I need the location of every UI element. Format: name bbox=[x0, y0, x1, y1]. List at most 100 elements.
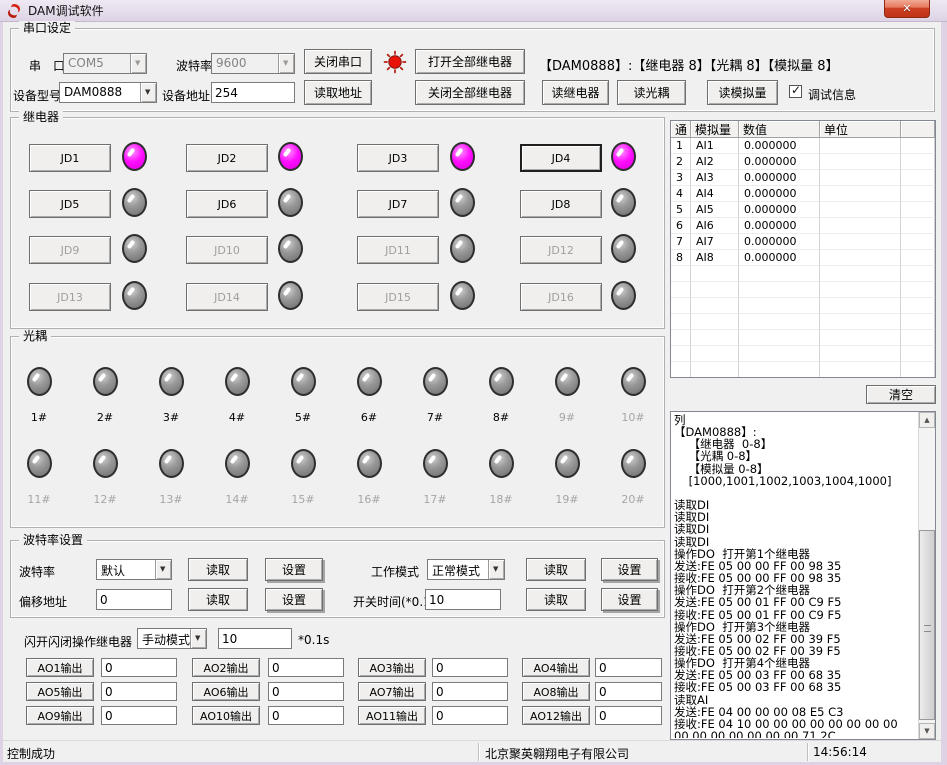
table-cell bbox=[901, 298, 935, 314]
ao-output-input-5[interactable] bbox=[101, 682, 177, 701]
model-select[interactable]: DAM0888 bbox=[59, 82, 157, 103]
table-cell bbox=[671, 346, 691, 362]
device-address-input[interactable] bbox=[211, 82, 295, 103]
table-cell: 0.000000 bbox=[739, 234, 820, 250]
ao-output-input-6[interactable] bbox=[268, 682, 344, 701]
opto-label-5: 5# bbox=[288, 411, 318, 424]
read-opto-button[interactable]: 读光耦 bbox=[617, 80, 686, 105]
ao-output-button-10[interactable]: AO10输出 bbox=[192, 706, 260, 725]
opto-label-9: 9# bbox=[552, 411, 582, 424]
scroll-up-icon[interactable] bbox=[919, 412, 935, 428]
work-mode-select[interactable]: 正常模式 bbox=[427, 559, 505, 580]
ao-output-button-3[interactable]: AO3输出 bbox=[358, 658, 426, 677]
table-cell bbox=[820, 202, 901, 218]
table-cell bbox=[691, 330, 739, 346]
table-cell bbox=[820, 298, 901, 314]
relay-button-3[interactable]: JD3 bbox=[357, 144, 439, 172]
switch-time-input[interactable] bbox=[425, 589, 501, 610]
read-relays-button[interactable]: 读继电器 bbox=[542, 80, 609, 105]
relay-button-2[interactable]: JD2 bbox=[186, 144, 268, 172]
relay-button-4[interactable]: JD4 bbox=[520, 144, 602, 172]
table-cell bbox=[820, 282, 901, 298]
log-scrollbar[interactable] bbox=[918, 412, 935, 739]
title-bar: DAM调试软件 ✕ bbox=[0, 0, 947, 22]
table-cell bbox=[901, 170, 935, 186]
close-all-relays-button[interactable]: 关闭全部继电器 bbox=[415, 80, 525, 105]
ao-output-input-2[interactable] bbox=[268, 658, 344, 677]
baudrate-set-button[interactable]: 设置 bbox=[265, 558, 323, 581]
offset-address-input[interactable] bbox=[96, 589, 172, 610]
work-mode-read-button[interactable]: 读取 bbox=[526, 558, 586, 581]
relay-button-7[interactable]: JD7 bbox=[357, 190, 439, 218]
ao-output-button-6[interactable]: AO6输出 bbox=[192, 682, 260, 701]
ao-output-input-9[interactable] bbox=[101, 706, 177, 725]
ao-output-button-1[interactable]: AO1输出 bbox=[26, 658, 94, 677]
ao-output-button-2[interactable]: AO2输出 bbox=[192, 658, 260, 677]
ao-output-input-7[interactable] bbox=[432, 682, 508, 701]
ao-output-input-8[interactable] bbox=[595, 682, 662, 701]
model-label: 设备型号 bbox=[13, 87, 61, 104]
ao-output-input-12[interactable] bbox=[595, 706, 662, 725]
device-address-label: 设备地址 bbox=[162, 87, 210, 104]
baud-select[interactable]: 9600 bbox=[211, 53, 295, 74]
ao-output-button-5[interactable]: AO5输出 bbox=[26, 682, 94, 701]
relay-button-6[interactable]: JD6 bbox=[186, 190, 268, 218]
scrollbar-thumb[interactable] bbox=[919, 530, 935, 720]
switch-time-read-button[interactable]: 读取 bbox=[526, 588, 586, 611]
table-cell bbox=[739, 330, 820, 346]
baudrate-read-button[interactable]: 读取 bbox=[188, 558, 248, 581]
ao-output-input-3[interactable] bbox=[432, 658, 508, 677]
table-cell bbox=[739, 282, 820, 298]
status-divider bbox=[807, 743, 808, 761]
relay-button-1[interactable]: JD1 bbox=[29, 144, 111, 172]
offset-set-button[interactable]: 设置 bbox=[265, 588, 323, 611]
scroll-down-icon[interactable] bbox=[919, 723, 935, 739]
log-output[interactable]: 列 【DAM0888】: 【继电器 0-8】 【光耦 0-8】 【模拟量 0-8… bbox=[674, 414, 916, 738]
opto-label-10: 10# bbox=[618, 411, 648, 424]
opto-led-8 bbox=[489, 367, 514, 396]
clear-button[interactable]: 清空 bbox=[866, 385, 936, 404]
table-row: 5AI50.000000 bbox=[671, 202, 935, 218]
table-row: 1AI10.000000 bbox=[671, 138, 935, 154]
port-select-value: COM5 bbox=[64, 54, 130, 73]
window-border-left bbox=[0, 22, 3, 765]
col-header-value[interactable]: 数值 bbox=[739, 121, 820, 138]
relay-button-5[interactable]: JD5 bbox=[29, 190, 111, 218]
baudrate-select[interactable]: 默认 bbox=[96, 559, 172, 580]
log-panel: 列 【DAM0888】: 【继电器 0-8】 【光耦 0-8】 【模拟量 0-8… bbox=[670, 411, 936, 740]
table-cell: 0.000000 bbox=[739, 202, 820, 218]
debug-info-checkbox[interactable] bbox=[789, 85, 802, 98]
baud-select-value: 9600 bbox=[212, 54, 278, 73]
baud-label: 波特率 bbox=[176, 57, 212, 74]
close-button[interactable]: ✕ bbox=[884, 0, 930, 18]
ao-output-input-1[interactable] bbox=[101, 658, 177, 677]
ao-output-input-11[interactable] bbox=[432, 706, 508, 725]
table-cell: 0.000000 bbox=[739, 250, 820, 266]
ao-output-button-11[interactable]: AO11输出 bbox=[358, 706, 426, 725]
relay-led-1 bbox=[122, 142, 147, 171]
flash-mode-select[interactable]: 手动模式 bbox=[137, 628, 207, 649]
flash-time-input[interactable] bbox=[218, 628, 292, 649]
col-header-analog[interactable]: 模拟量 bbox=[691, 121, 739, 138]
relay-button-8[interactable]: JD8 bbox=[520, 190, 602, 218]
ao-output-button-8[interactable]: AO8输出 bbox=[522, 682, 590, 701]
open-all-relays-button[interactable]: 打开全部继电器 bbox=[415, 49, 525, 74]
ao-output-button-7[interactable]: AO7输出 bbox=[358, 682, 426, 701]
offset-read-button[interactable]: 读取 bbox=[188, 588, 248, 611]
ao-output-button-4[interactable]: AO4输出 bbox=[522, 658, 590, 677]
table-cell bbox=[691, 298, 739, 314]
port-select[interactable]: COM5 bbox=[63, 53, 147, 74]
read-address-button[interactable]: 读取地址 bbox=[304, 80, 372, 105]
close-port-button[interactable]: 关闭串口 bbox=[304, 49, 372, 74]
work-mode-set-button[interactable]: 设置 bbox=[601, 558, 658, 581]
col-header-channel[interactable]: 通 bbox=[671, 121, 691, 138]
switch-time-set-button[interactable]: 设置 bbox=[601, 588, 658, 611]
serial-group-label: 串口设定 bbox=[19, 21, 75, 35]
ao-output-button-9[interactable]: AO9输出 bbox=[26, 706, 94, 725]
ao-output-button-12[interactable]: AO12输出 bbox=[522, 706, 590, 725]
ao-output-input-10[interactable] bbox=[268, 706, 344, 725]
read-analog-button[interactable]: 读模拟量 bbox=[707, 80, 778, 105]
relay-led-12 bbox=[611, 234, 636, 263]
col-header-unit[interactable]: 单位 bbox=[820, 121, 901, 138]
ao-output-input-4[interactable] bbox=[595, 658, 662, 677]
